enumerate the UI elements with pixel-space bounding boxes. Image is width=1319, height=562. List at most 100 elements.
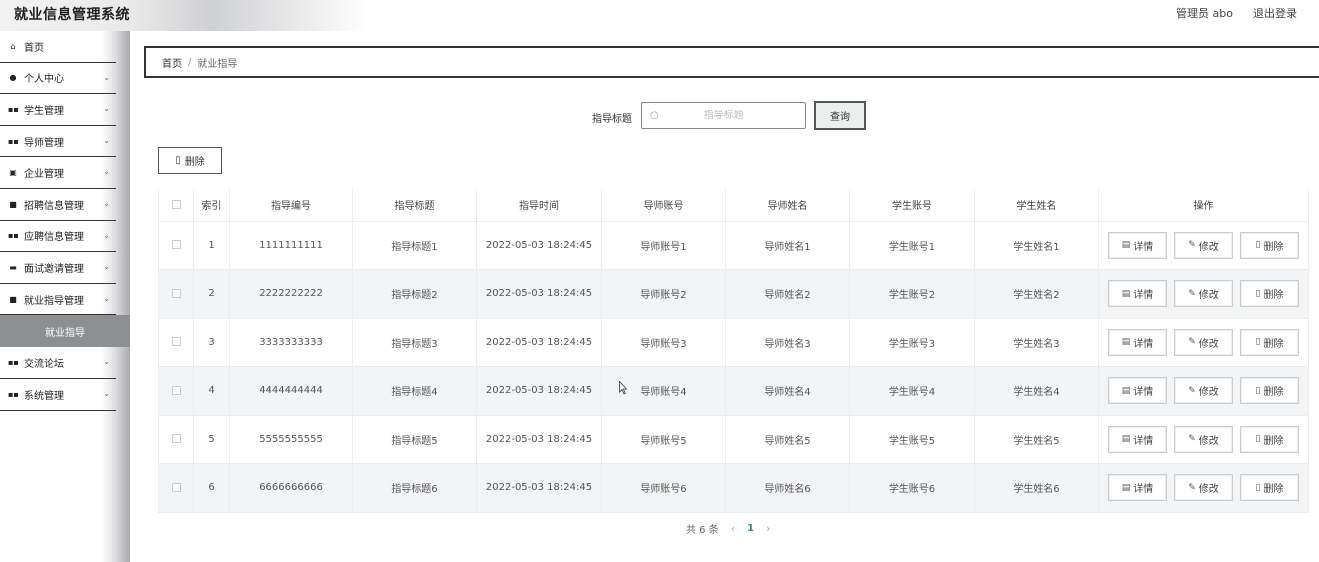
prev-page-icon[interactable]: ‹ [731, 522, 735, 535]
header-select-all[interactable] [158, 189, 194, 222]
row-checkbox[interactable] [171, 240, 181, 250]
row-actions-cell: ▤ 详情 ✎ 修改 ▯ 删除 [1098, 221, 1309, 270]
detail-button[interactable]: ▤ 详情 [1108, 328, 1167, 356]
cell-time: 2022-05-03 18:24:45 [476, 318, 602, 367]
edit-button[interactable]: ✎ 修改 [1174, 425, 1233, 453]
row-checkbox[interactable] [171, 337, 181, 347]
cell-time: 2022-05-03 18:24:45 [476, 415, 602, 464]
detail-button[interactable]: ▤ 详情 [1108, 425, 1167, 453]
cell-index: 3 [193, 318, 230, 367]
pagination: 共 6 条 ‹ 1 › [686, 521, 771, 536]
cell-time: 2022-05-03 18:24:45 [476, 221, 602, 270]
delete-button[interactable]: ▯ 删除 [1240, 474, 1299, 502]
trash-icon: ▯ [1255, 482, 1261, 493]
edit-button[interactable]: ✎ 修改 [1174, 231, 1233, 259]
edit-icon: ✎ [1188, 288, 1196, 299]
sidebar-item[interactable]: ▪▪ 系统管理 ⌄ [0, 379, 116, 411]
delete-button[interactable]: ▯ 删除 [1240, 231, 1299, 259]
breadcrumb-home[interactable]: 首页 [162, 55, 182, 70]
sidebar-item-label: 个人中心 [24, 74, 64, 86]
chat-icon: ▬ [9, 262, 17, 272]
edit-button[interactable]: ✎ 修改 [1174, 474, 1233, 502]
cell-tutor-account: 导师账号1 [601, 221, 726, 270]
sidebar-item[interactable]: ▪▪ 应聘信息管理 ⌄ [0, 221, 116, 253]
row-actions-cell: ▤ 详情 ✎ 修改 ▯ 删除 [1098, 415, 1309, 464]
sidebar-item[interactable]: ■ 招聘信息管理 ⌄ [0, 189, 116, 221]
row-actions-cell: ▤ 详情 ✎ 修改 ▯ 删除 [1098, 318, 1309, 367]
header-student-account: 学生账号 [849, 189, 975, 222]
cell-code: 5555555555 [229, 415, 353, 464]
edit-button[interactable]: ✎ 修改 [1174, 377, 1233, 405]
cell-student-name: 学生姓名3 [974, 318, 1099, 367]
edit-icon: ✎ [1188, 434, 1196, 445]
batch-delete-button[interactable]: ▯ 删除 [158, 147, 222, 174]
edit-button[interactable]: ✎ 修改 [1174, 328, 1233, 356]
logout-button[interactable]: 退出登录 [1253, 5, 1297, 21]
detail-icon: ▤ [1121, 288, 1131, 299]
query-button[interactable]: 查询 [814, 101, 866, 130]
row-checkbox[interactable] [171, 385, 181, 395]
next-page-icon[interactable]: › [766, 522, 770, 535]
detail-button[interactable]: ▤ 详情 [1108, 231, 1167, 259]
search-label: 指导标题 [592, 114, 632, 125]
trash-icon: ▯ [1255, 337, 1261, 348]
cell-student-name: 学生姓名5 [974, 415, 1099, 464]
cell-tutor-account: 导师账号6 [601, 463, 726, 513]
delete-label: 删除 [1263, 484, 1284, 496]
grid-icon: ▪▪ [8, 389, 19, 399]
select-all-checkbox[interactable] [171, 199, 181, 209]
row-actions-cell: ▤ 详情 ✎ 修改 ▯ 删除 [1098, 463, 1309, 513]
sidebar-item-label: 学生管理 [24, 105, 64, 117]
breadcrumb-separator: / [188, 56, 192, 68]
page-number[interactable]: 1 [747, 523, 754, 534]
detail-button[interactable]: ▤ 详情 [1108, 474, 1167, 502]
sidebar-item[interactable]: ● 个人中心 ⌄ [0, 63, 116, 95]
trash-icon: ▯ [1255, 240, 1261, 251]
search-input[interactable] [658, 110, 789, 121]
trash-icon: ▯ [1255, 288, 1261, 299]
detail-label: 详情 [1133, 241, 1154, 253]
sidebar-item-label: 首页 [24, 42, 44, 54]
row-checkbox[interactable] [171, 288, 181, 298]
detail-button[interactable]: ▤ 详情 [1108, 377, 1167, 405]
table-row: 1 1111111111 指导标题1 2022-05-03 18:24:45 导师账号1… [158, 221, 1309, 270]
sidebar-item[interactable]: ▪▪ 交流论坛 ⌄ [0, 347, 116, 379]
batch-delete-label: 删除 [184, 157, 205, 168]
detail-icon: ▤ [1121, 482, 1131, 493]
edit-label: 修改 [1198, 290, 1219, 302]
sidebar-item[interactable]: ⌂ 首页 [0, 31, 116, 63]
edit-icon: ✎ [1188, 385, 1196, 396]
cell-student-name: 学生姓名6 [974, 463, 1099, 513]
cell-student-account: 学生账号3 [849, 318, 975, 367]
sidebar-item[interactable]: ▣ 企业管理 ⌄ [0, 157, 116, 189]
sidebar-item[interactable]: ▪▪ 导师管理 ⌄ [0, 126, 116, 158]
sidebar-item[interactable]: ■ 就业指导管理 ⌄ [0, 284, 116, 316]
sidebar-item[interactable]: ▬ 面试邀请管理 ⌄ [0, 252, 116, 284]
delete-button[interactable]: ▯ 删除 [1240, 328, 1299, 356]
cell-student-account: 学生账号1 [849, 221, 975, 270]
row-checkbox[interactable] [171, 434, 181, 444]
edit-button[interactable]: ✎ 修改 [1174, 280, 1233, 308]
cell-title: 指导标题3 [352, 318, 477, 367]
table-row: 4 4444444444 指导标题4 2022-05-03 18:24:45 导师账号4… [158, 366, 1309, 416]
detail-icon: ▤ [1121, 385, 1131, 396]
detail-button[interactable]: ▤ 详情 [1108, 280, 1167, 308]
header-time: 指导时间 [476, 189, 602, 222]
delete-button[interactable]: ▯ 删除 [1240, 280, 1299, 308]
cell-code: 4444444444 [229, 366, 353, 416]
cell-tutor-account: 导师账号3 [601, 318, 726, 367]
cell-index: 1 [193, 221, 230, 270]
grid-icon: ▪▪ [8, 136, 19, 146]
cell-student-account: 学生账号5 [849, 415, 975, 464]
sidebar-subitem-active[interactable]: 就业指导 [0, 315, 130, 348]
grid-icon: ▪▪ [8, 104, 19, 114]
cell-title: 指导标题4 [352, 366, 477, 416]
detail-icon: ▤ [1121, 337, 1131, 348]
delete-button[interactable]: ▯ 删除 [1240, 377, 1299, 405]
delete-label: 删除 [1263, 241, 1284, 253]
sidebar-item[interactable]: ▪▪ 学生管理 ⌄ [0, 94, 116, 126]
row-checkbox[interactable] [171, 482, 181, 492]
box-icon: ▣ [9, 168, 17, 178]
doc-icon: ■ [9, 199, 17, 209]
delete-button[interactable]: ▯ 删除 [1240, 425, 1299, 453]
